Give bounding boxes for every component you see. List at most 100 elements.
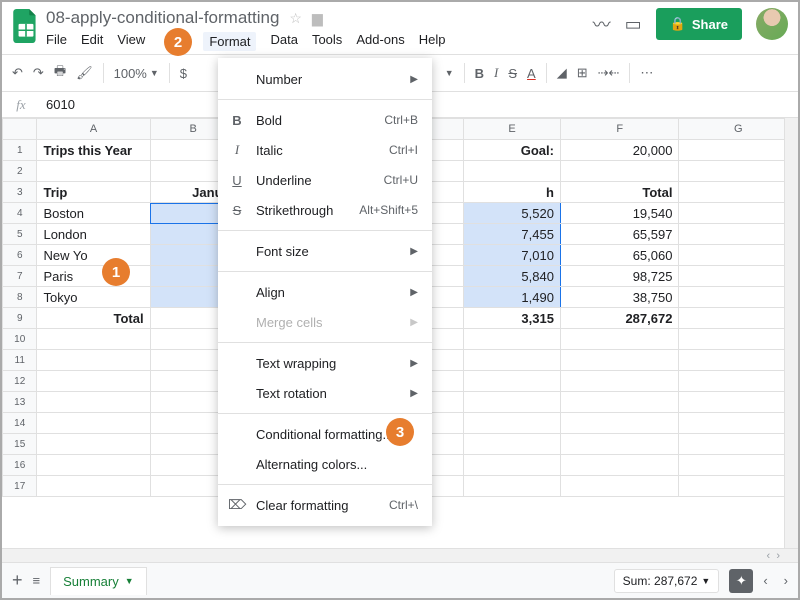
chevron-right-icon[interactable]: ›: [784, 573, 788, 588]
cell[interactable]: 7,455: [464, 224, 561, 245]
text-color-icon[interactable]: A: [527, 66, 536, 81]
row-header[interactable]: 3: [3, 182, 37, 203]
fill-color-icon[interactable]: ◢: [557, 65, 567, 81]
cell[interactable]: [464, 371, 561, 392]
cell[interactable]: [464, 476, 561, 497]
menu-item-alternating-colors[interactable]: Alternating colors...: [218, 449, 432, 479]
cell[interactable]: [37, 392, 150, 413]
menu-tools[interactable]: Tools: [312, 32, 342, 51]
col-G[interactable]: G: [679, 119, 798, 140]
cell[interactable]: 5,840: [464, 266, 561, 287]
cell[interactable]: 3,315: [464, 308, 561, 329]
cell[interactable]: [560, 161, 678, 182]
cell[interactable]: Total: [37, 308, 150, 329]
cell[interactable]: 98,725: [560, 266, 678, 287]
menu-item-number[interactable]: Number▶: [218, 64, 432, 94]
avatar[interactable]: [756, 8, 788, 40]
menu-item-align[interactable]: Align▶: [218, 277, 432, 307]
cell[interactable]: [464, 434, 561, 455]
zoom-dropdown[interactable]: 100%▼: [114, 66, 159, 81]
cell[interactable]: [560, 434, 678, 455]
row-header[interactable]: 13: [3, 392, 37, 413]
cell[interactable]: h: [464, 182, 561, 203]
folder-icon[interactable]: ▆: [312, 10, 323, 27]
menu-view[interactable]: View: [117, 32, 145, 51]
strike-icon[interactable]: S: [508, 66, 517, 81]
row-header[interactable]: 8: [3, 287, 37, 308]
menu-item-text-wrapping[interactable]: Text wrapping▶: [218, 348, 432, 378]
cell[interactable]: 1,490: [464, 287, 561, 308]
borders-icon[interactable]: ⊞: [577, 65, 588, 81]
cell[interactable]: [679, 350, 798, 371]
cell[interactable]: [37, 434, 150, 455]
row-header[interactable]: 7: [3, 266, 37, 287]
more-icon[interactable]: ⋯: [640, 65, 653, 81]
menu-help[interactable]: Help: [419, 32, 446, 51]
col-F[interactable]: F: [560, 119, 678, 140]
col-E[interactable]: E: [464, 119, 561, 140]
formula-input[interactable]: 6010: [40, 97, 75, 112]
cell[interactable]: [560, 392, 678, 413]
trend-icon[interactable]: 〰: [593, 11, 611, 37]
currency-icon[interactable]: $: [180, 66, 187, 81]
print-icon[interactable]: 🖶: [54, 62, 66, 84]
cell[interactable]: [464, 392, 561, 413]
cell[interactable]: [679, 224, 798, 245]
cell[interactable]: [37, 161, 150, 182]
cell[interactable]: [679, 287, 798, 308]
doc-title[interactable]: 08-apply-conditional-formatting: [46, 8, 279, 28]
cell[interactable]: [37, 455, 150, 476]
cell[interactable]: [679, 392, 798, 413]
cell[interactable]: [560, 455, 678, 476]
italic-icon[interactable]: I: [494, 65, 498, 81]
cell[interactable]: [37, 476, 150, 497]
cell[interactable]: [464, 350, 561, 371]
cell[interactable]: [464, 329, 561, 350]
cell[interactable]: [464, 413, 561, 434]
menu-addons[interactable]: Add-ons: [356, 32, 404, 51]
star-icon[interactable]: ☆: [289, 10, 302, 27]
menu-item-clear-formatting[interactable]: ⌦Clear formattingCtrl+\: [218, 490, 432, 520]
cell[interactable]: 19,540: [560, 203, 678, 224]
cell[interactable]: [560, 413, 678, 434]
row-header[interactable]: 16: [3, 455, 37, 476]
row-header[interactable]: 14: [3, 413, 37, 434]
cell[interactable]: [679, 476, 798, 497]
cell[interactable]: [679, 455, 798, 476]
undo-icon[interactable]: ↶: [12, 65, 23, 81]
cell[interactable]: [679, 245, 798, 266]
cell[interactable]: Total: [560, 182, 678, 203]
cell[interactable]: [560, 476, 678, 497]
cell[interactable]: 20,000: [560, 140, 678, 161]
cell[interactable]: [679, 329, 798, 350]
share-button[interactable]: 🔒 Share: [656, 8, 742, 40]
cell[interactable]: Boston: [37, 203, 150, 224]
cell[interactable]: Tokyo: [37, 287, 150, 308]
row-header[interactable]: 17: [3, 476, 37, 497]
menu-item-strikethrough[interactable]: SStrikethroughAlt+Shift+5: [218, 195, 432, 225]
cell[interactable]: [560, 371, 678, 392]
cell[interactable]: [679, 434, 798, 455]
cell[interactable]: [560, 329, 678, 350]
all-sheets-icon[interactable]: ≡: [33, 573, 41, 588]
sheet-tab-summary[interactable]: Summary▼: [50, 567, 147, 595]
sheets-logo[interactable]: [12, 8, 40, 44]
redo-icon[interactable]: ↷: [33, 65, 44, 81]
menu-item-underline[interactable]: UUnderlineCtrl+U: [218, 165, 432, 195]
cell[interactable]: [37, 350, 150, 371]
cell[interactable]: [464, 161, 561, 182]
row-header[interactable]: 2: [3, 161, 37, 182]
menu-item-font-size[interactable]: Font size▶: [218, 236, 432, 266]
cell[interactable]: New Yo: [37, 245, 150, 266]
menu-format[interactable]: Format: [203, 32, 256, 51]
cell[interactable]: [679, 413, 798, 434]
chevron-right-icon[interactable]: ›: [776, 550, 780, 562]
row-header[interactable]: 1: [3, 140, 37, 161]
row-header[interactable]: 6: [3, 245, 37, 266]
row-header[interactable]: 12: [3, 371, 37, 392]
chevron-left-icon[interactable]: ‹: [763, 573, 767, 588]
row-header[interactable]: 9: [3, 308, 37, 329]
menu-file[interactable]: File: [46, 32, 67, 51]
paint-icon[interactable]: 🖌: [76, 65, 93, 81]
cell[interactable]: [560, 350, 678, 371]
